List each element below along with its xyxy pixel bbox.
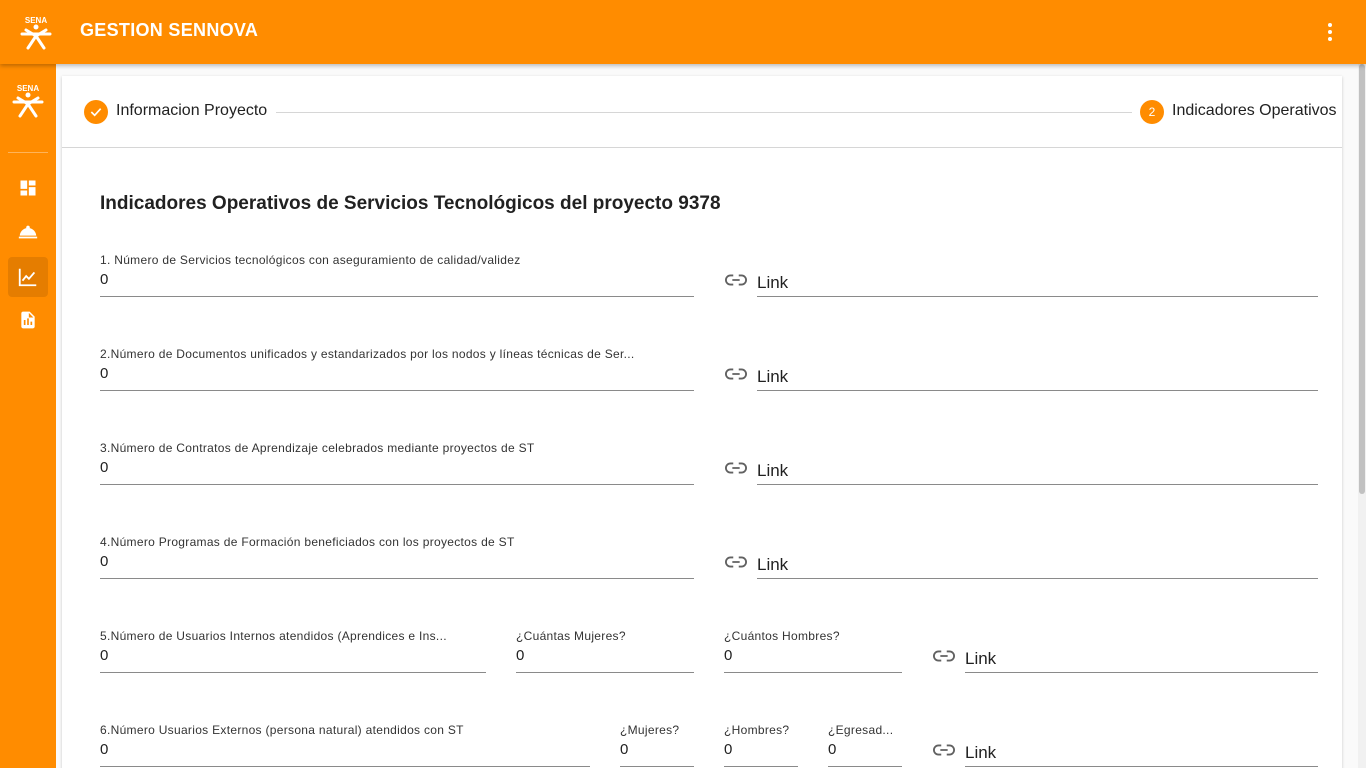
indicator-1-link-field[interactable]: Link: [757, 269, 1318, 297]
sidebar-item-reports[interactable]: [8, 300, 48, 340]
link-placeholder: Link: [757, 555, 789, 574]
indicator-5-field[interactable]: 5.Número de Usuarios Internos atendidos …: [100, 629, 486, 673]
sidebar-item-indicators[interactable]: [8, 257, 48, 297]
indicator-5-hombres-field[interactable]: ¿Cuántos Hombres? 0: [724, 629, 902, 673]
indicator-6-label: 6.Número Usuarios Externos (persona natu…: [100, 723, 464, 737]
indicator-6-mujeres-field[interactable]: ¿Mujeres? 0: [620, 723, 694, 767]
indicator-2-link-field[interactable]: Link: [757, 363, 1318, 391]
indicator-5-mujeres-field[interactable]: ¿Cuántas Mujeres? 0: [516, 629, 694, 673]
indicator-3-label: 3.Número de Contratos de Aprendizaje cel…: [100, 441, 535, 455]
egresados-value[interactable]: 0: [828, 741, 836, 758]
top-app-bar: SENA GESTION SENNOVA: [0, 0, 1366, 64]
indicator-4-label: 4.Número Programas de Formación benefici…: [100, 535, 515, 549]
link-placeholder: Link: [757, 273, 789, 292]
room-service-icon: [18, 225, 38, 239]
indicator-6-value[interactable]: 0: [100, 741, 108, 758]
indicator-3-value[interactable]: 0: [100, 459, 108, 476]
indicator-6-field[interactable]: 6.Número Usuarios Externos (persona natu…: [100, 723, 590, 767]
link-icon: [725, 274, 747, 286]
dashboard-icon: [20, 180, 36, 196]
indicator-5-link-field[interactable]: Link: [965, 645, 1318, 673]
mujeres-value[interactable]: 0: [620, 741, 628, 758]
sidebar-divider: [8, 152, 48, 153]
indicator-4-link-field[interactable]: Link: [757, 551, 1318, 579]
step-2-number[interactable]: 2: [1140, 100, 1164, 124]
indicator-5-value[interactable]: 0: [100, 647, 108, 664]
indicator-6-link-field[interactable]: Link: [965, 739, 1318, 767]
egresados-label: ¿Egresad...: [828, 723, 894, 737]
indicator-3-field[interactable]: 3.Número de Contratos de Aprendizaje cel…: [100, 441, 694, 485]
indicator-3-link-field[interactable]: Link: [757, 457, 1318, 485]
step-1-label[interactable]: Informacion Proyecto: [116, 102, 267, 120]
mujeres-label: ¿Mujeres?: [620, 723, 680, 737]
mujeres-value[interactable]: 0: [516, 647, 524, 664]
svg-text:SENA: SENA: [25, 16, 47, 25]
sidebar: SENA: [0, 64, 56, 768]
hombres-value[interactable]: 0: [724, 647, 732, 664]
check-icon: [90, 108, 102, 117]
main-content: Informacion Proyecto 2 Indicadores Opera…: [56, 64, 1358, 768]
stepper: Informacion Proyecto 2 Indicadores Opera…: [62, 76, 1342, 148]
hombres-value[interactable]: 0: [724, 741, 732, 758]
indicator-2-value[interactable]: 0: [100, 365, 108, 382]
indicator-1-value[interactable]: 0: [100, 271, 108, 288]
indicator-6-egresados-field[interactable]: ¿Egresad... 0: [828, 723, 902, 767]
report-icon: [21, 311, 35, 329]
form-card: Informacion Proyecto 2 Indicadores Opera…: [62, 76, 1342, 768]
page-title: Indicadores Operativos de Servicios Tecn…: [100, 193, 721, 214]
indicator-6-hombres-field[interactable]: ¿Hombres? 0: [724, 723, 798, 767]
link-icon: [933, 744, 955, 756]
link-icon: [725, 462, 747, 474]
indicator-1-label: 1. Número de Servicios tecnológicos con …: [100, 253, 521, 267]
vertical-scrollbar[interactable]: [1358, 64, 1366, 768]
indicator-5-label: 5.Número de Usuarios Internos atendidos …: [100, 629, 447, 643]
sena-logo-icon: SENA: [20, 16, 52, 50]
hombres-label: ¿Hombres?: [724, 723, 790, 737]
sidebar-item-dashboard[interactable]: [8, 168, 48, 208]
indicator-4-value[interactable]: 0: [100, 553, 108, 570]
indicator-2-label: 2.Número de Documentos unificados y esta…: [100, 347, 635, 361]
more-vert-icon[interactable]: [1318, 20, 1342, 44]
link-placeholder: Link: [757, 461, 789, 480]
sidebar-item-services[interactable]: [8, 212, 48, 252]
link-icon: [933, 650, 955, 662]
link-placeholder: Link: [965, 649, 997, 668]
scrollbar-thumb[interactable]: [1359, 64, 1365, 494]
step-connector: [276, 112, 1132, 113]
sena-logo-icon: SENA: [12, 84, 44, 118]
app-title: GESTION SENNOVA: [80, 20, 259, 40]
show-chart-icon: [18, 268, 37, 287]
link-placeholder: Link: [965, 743, 997, 762]
link-icon: [725, 368, 747, 380]
svg-text:SENA: SENA: [17, 84, 39, 93]
indicator-1-field[interactable]: 1. Número de Servicios tecnológicos con …: [100, 253, 694, 297]
link-icon: [725, 556, 747, 568]
step-1-complete[interactable]: [84, 100, 108, 124]
hombres-label: ¿Cuántos Hombres?: [724, 629, 840, 643]
indicator-4-field[interactable]: 4.Número Programas de Formación benefici…: [100, 535, 694, 579]
indicator-2-field[interactable]: 2.Número de Documentos unificados y esta…: [100, 347, 694, 391]
link-placeholder: Link: [757, 367, 789, 386]
mujeres-label: ¿Cuántas Mujeres?: [516, 629, 626, 643]
step-2-label[interactable]: Indicadores Operativos: [1172, 102, 1337, 120]
